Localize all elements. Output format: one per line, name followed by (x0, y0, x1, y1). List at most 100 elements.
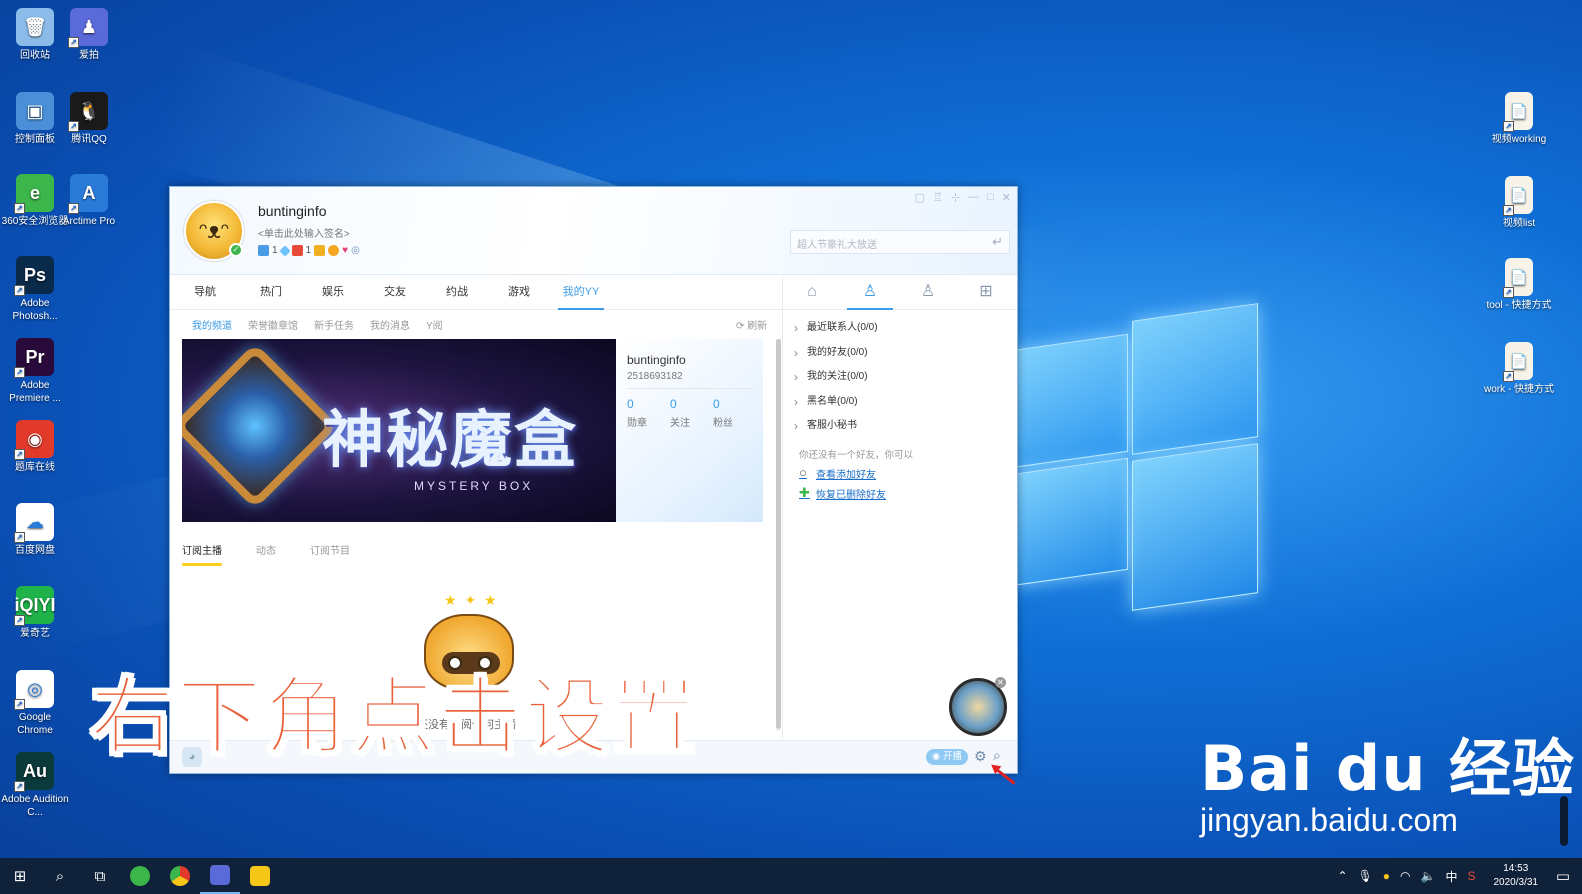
settings-gear-icon[interactable]: ⚙ (974, 748, 987, 765)
edge-scrollbar[interactable] (1560, 796, 1568, 846)
desktop-icon-label: 爱奇艺 (20, 628, 50, 639)
task-view-icon[interactable]: ⧉ (80, 858, 120, 894)
go-live-button[interactable]: ◉ 开播 (926, 749, 968, 765)
desktop-icon[interactable]: 📄 ↗ work - 快捷方式 (1484, 342, 1554, 396)
stat-value: 0 (713, 397, 720, 411)
tab-4[interactable]: 约战 (426, 276, 488, 309)
app-icon: 📄 ↗ (1503, 258, 1533, 298)
sogou-icon[interactable]: S (1467, 869, 1475, 883)
tray-expand-icon[interactable]: ⌃ (1337, 869, 1347, 883)
app-icon: ◉ ↗ (14, 420, 54, 460)
search-icon[interactable]: ⌕ (40, 858, 80, 894)
desktop-icon[interactable]: iQIYI ↗ 爱奇艺 (0, 586, 70, 640)
ime-indicator[interactable]: 中 (1445, 868, 1457, 885)
shortcut-arrow-icon: ↗ (1503, 371, 1514, 382)
maximize-icon[interactable]: □ (987, 191, 994, 204)
pin-icon[interactable]: ⊹ (951, 191, 960, 204)
subnav-item[interactable]: 我的频道 (192, 317, 232, 332)
notification-center-icon[interactable]: ▭ (1556, 867, 1570, 885)
shortcut-arrow-icon: ↗ (14, 699, 25, 710)
desktop-icon[interactable]: 📄 ↗ 视频working (1484, 92, 1554, 146)
volume-icon[interactable]: 🔈 (1421, 869, 1436, 883)
stat-following[interactable]: 0 关注 (670, 397, 710, 429)
subnav-item[interactable]: 荣誉徽章馆 (248, 317, 298, 332)
restore-friend-label: 恢复已删除好友 (816, 489, 886, 501)
tab-0[interactable]: 导航 (170, 276, 240, 309)
level-badge-icon[interactable] (291, 245, 303, 256)
stat-fans[interactable]: 0 粉丝 (713, 397, 753, 429)
subnav-item[interactable]: 新手任务 (314, 317, 354, 332)
enter-icon[interactable]: ↵ (992, 234, 1003, 250)
apps-grid-icon[interactable]: ⊞ (957, 276, 1015, 309)
desktop-icon[interactable]: 📄 ↗ 视频list (1484, 176, 1554, 230)
network-icon[interactable]: ◠ (1400, 869, 1410, 883)
vip-badge-icon[interactable] (258, 245, 269, 256)
subnav-item[interactable]: Y阅 (426, 317, 443, 332)
contact-group[interactable]: 黑名单(0/0) (783, 390, 1017, 415)
start-button[interactable]: ⊞ (0, 858, 40, 894)
contacts-tabs: ⌂ ♙ ♙ ⊞ (783, 276, 1017, 310)
video-badge-icon[interactable] (314, 245, 326, 256)
content-scrollbar[interactable] (776, 339, 781, 731)
app-icon: e ↗ (14, 174, 54, 214)
contact-group[interactable]: 我的关注(0/0) (783, 365, 1017, 390)
home-icon[interactable]: ⌂ (783, 276, 841, 309)
go-live-label: 开播 (942, 751, 962, 762)
tab-1[interactable]: 热门 (240, 276, 302, 309)
desktop-icon[interactable]: ♟ ↗ 爱拍 (54, 8, 124, 62)
app-icon: A ↗ (68, 174, 108, 214)
taskbar-chrome[interactable] (160, 858, 200, 894)
taskbar-360-browser[interactable] (120, 858, 160, 894)
desktop-icon[interactable]: A ↗ Arctime Pro (54, 174, 124, 228)
contact-group[interactable]: 客服小秘书 (783, 414, 1017, 439)
smile-badge-icon[interactable] (328, 245, 340, 256)
friends-icon[interactable]: ♙ (841, 276, 899, 310)
taskbar-aipai[interactable] (200, 858, 240, 894)
contact-group[interactable]: 我的好友(0/0) (783, 341, 1017, 366)
tab-2[interactable]: 娱乐 (302, 276, 364, 309)
app-tray-icon[interactable]: ● (1383, 869, 1390, 883)
desktop-icon[interactable]: ☁ ↗ 百度网盘 (0, 503, 70, 557)
ad-close-icon[interactable]: ✕ (995, 677, 1006, 688)
desktop-icon[interactable]: ◎ ↗ Google Chrome (0, 670, 70, 737)
shirt-icon[interactable]: ♖ (933, 191, 943, 204)
shortcut-arrow-icon: ↗ (14, 203, 25, 214)
desktop-icon[interactable]: 📄 ↗ tool - 快捷方式 (1484, 258, 1554, 312)
tab-5[interactable]: 游戏 (488, 276, 550, 309)
content-tab[interactable]: 订阅节目 (310, 542, 350, 557)
stat-medals[interactable]: 0 勋章 (627, 397, 667, 429)
promo-banner[interactable]: 神秘魔盒 MYSTERY BOX (182, 339, 616, 522)
add-friend-label: 查看添加好友 (816, 469, 876, 481)
stat-value: 0 (670, 397, 677, 411)
close-icon[interactable]: ✕ (1002, 191, 1011, 204)
search-input[interactable]: 超人节豪礼大放送 ↵ (790, 230, 1010, 254)
search-placeholder: 超人节豪礼大放送 (797, 240, 877, 251)
diamond-badge-icon[interactable] (278, 244, 291, 257)
desktop-icon[interactable]: 🐧 ↗ 腾讯QQ (54, 92, 124, 146)
microphone-icon[interactable]: 🎙 (1358, 869, 1373, 883)
shortcut-arrow-icon: ↗ (14, 367, 25, 378)
desktop-icon[interactable]: Pr ↗ Adobe Premiere ... (0, 338, 70, 405)
skin-icon[interactable]: ▢ (915, 191, 925, 204)
refresh-button[interactable]: ⟳ 刷新 (736, 317, 767, 332)
badge-count: 1 (305, 245, 312, 256)
heart-badge-icon[interactable]: ♥ (342, 245, 348, 256)
minimize-icon[interactable]: — (968, 191, 979, 204)
tab-3[interactable]: 交友 (364, 276, 426, 309)
group-icon[interactable]: ♙ (899, 276, 957, 309)
taskbar-file-explorer[interactable] (240, 858, 280, 894)
desktop-icon[interactable]: Au ↗ Adobe Audition C... (0, 752, 70, 819)
avatar[interactable]: ᵔᴥᵔ ✓ (184, 201, 244, 261)
subnav-item[interactable]: 我的消息 (370, 317, 410, 332)
contact-group[interactable]: 最近联系人(0/0) (783, 316, 1017, 341)
add-friend-link[interactable]: ○ 查看添加好友 (783, 466, 1017, 481)
restore-friend-link[interactable]: ✚ 恢复已删除好友 (783, 486, 1017, 501)
content-tab[interactable]: 订阅主播 (182, 542, 222, 566)
clock[interactable]: 14:53 2020/3/31 (1494, 862, 1539, 890)
content-tab[interactable]: 动态 (256, 542, 276, 557)
desktop-icon[interactable]: ◉ ↗ 题库在线 (0, 420, 70, 474)
tab-6[interactable]: 我的YY (550, 276, 612, 310)
signature-field[interactable]: <单击此处输入签名> (258, 225, 350, 240)
eye-badge-icon[interactable]: ◎ (351, 245, 360, 256)
desktop-icon[interactable]: Ps ↗ Adobe Photosh... (0, 256, 70, 323)
